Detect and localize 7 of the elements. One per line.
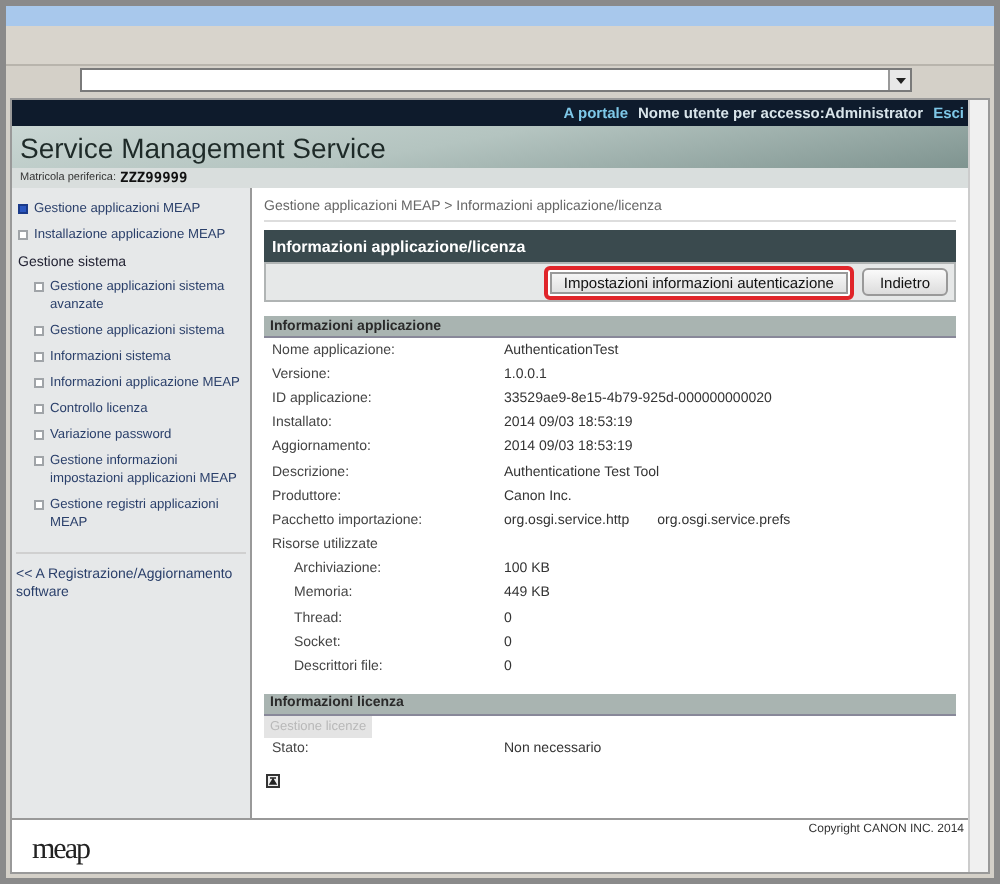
- dropdown-arrow-icon: [895, 77, 905, 83]
- page-top-icon[interactable]: [266, 773, 280, 788]
- meap-logo: meap: [32, 834, 89, 870]
- address-field[interactable]: [80, 68, 912, 92]
- panel-title: Informazioni applicazione/licenza: [272, 237, 526, 255]
- page-title: Service Management Service: [20, 131, 386, 163]
- scrollbar[interactable]: [968, 100, 988, 872]
